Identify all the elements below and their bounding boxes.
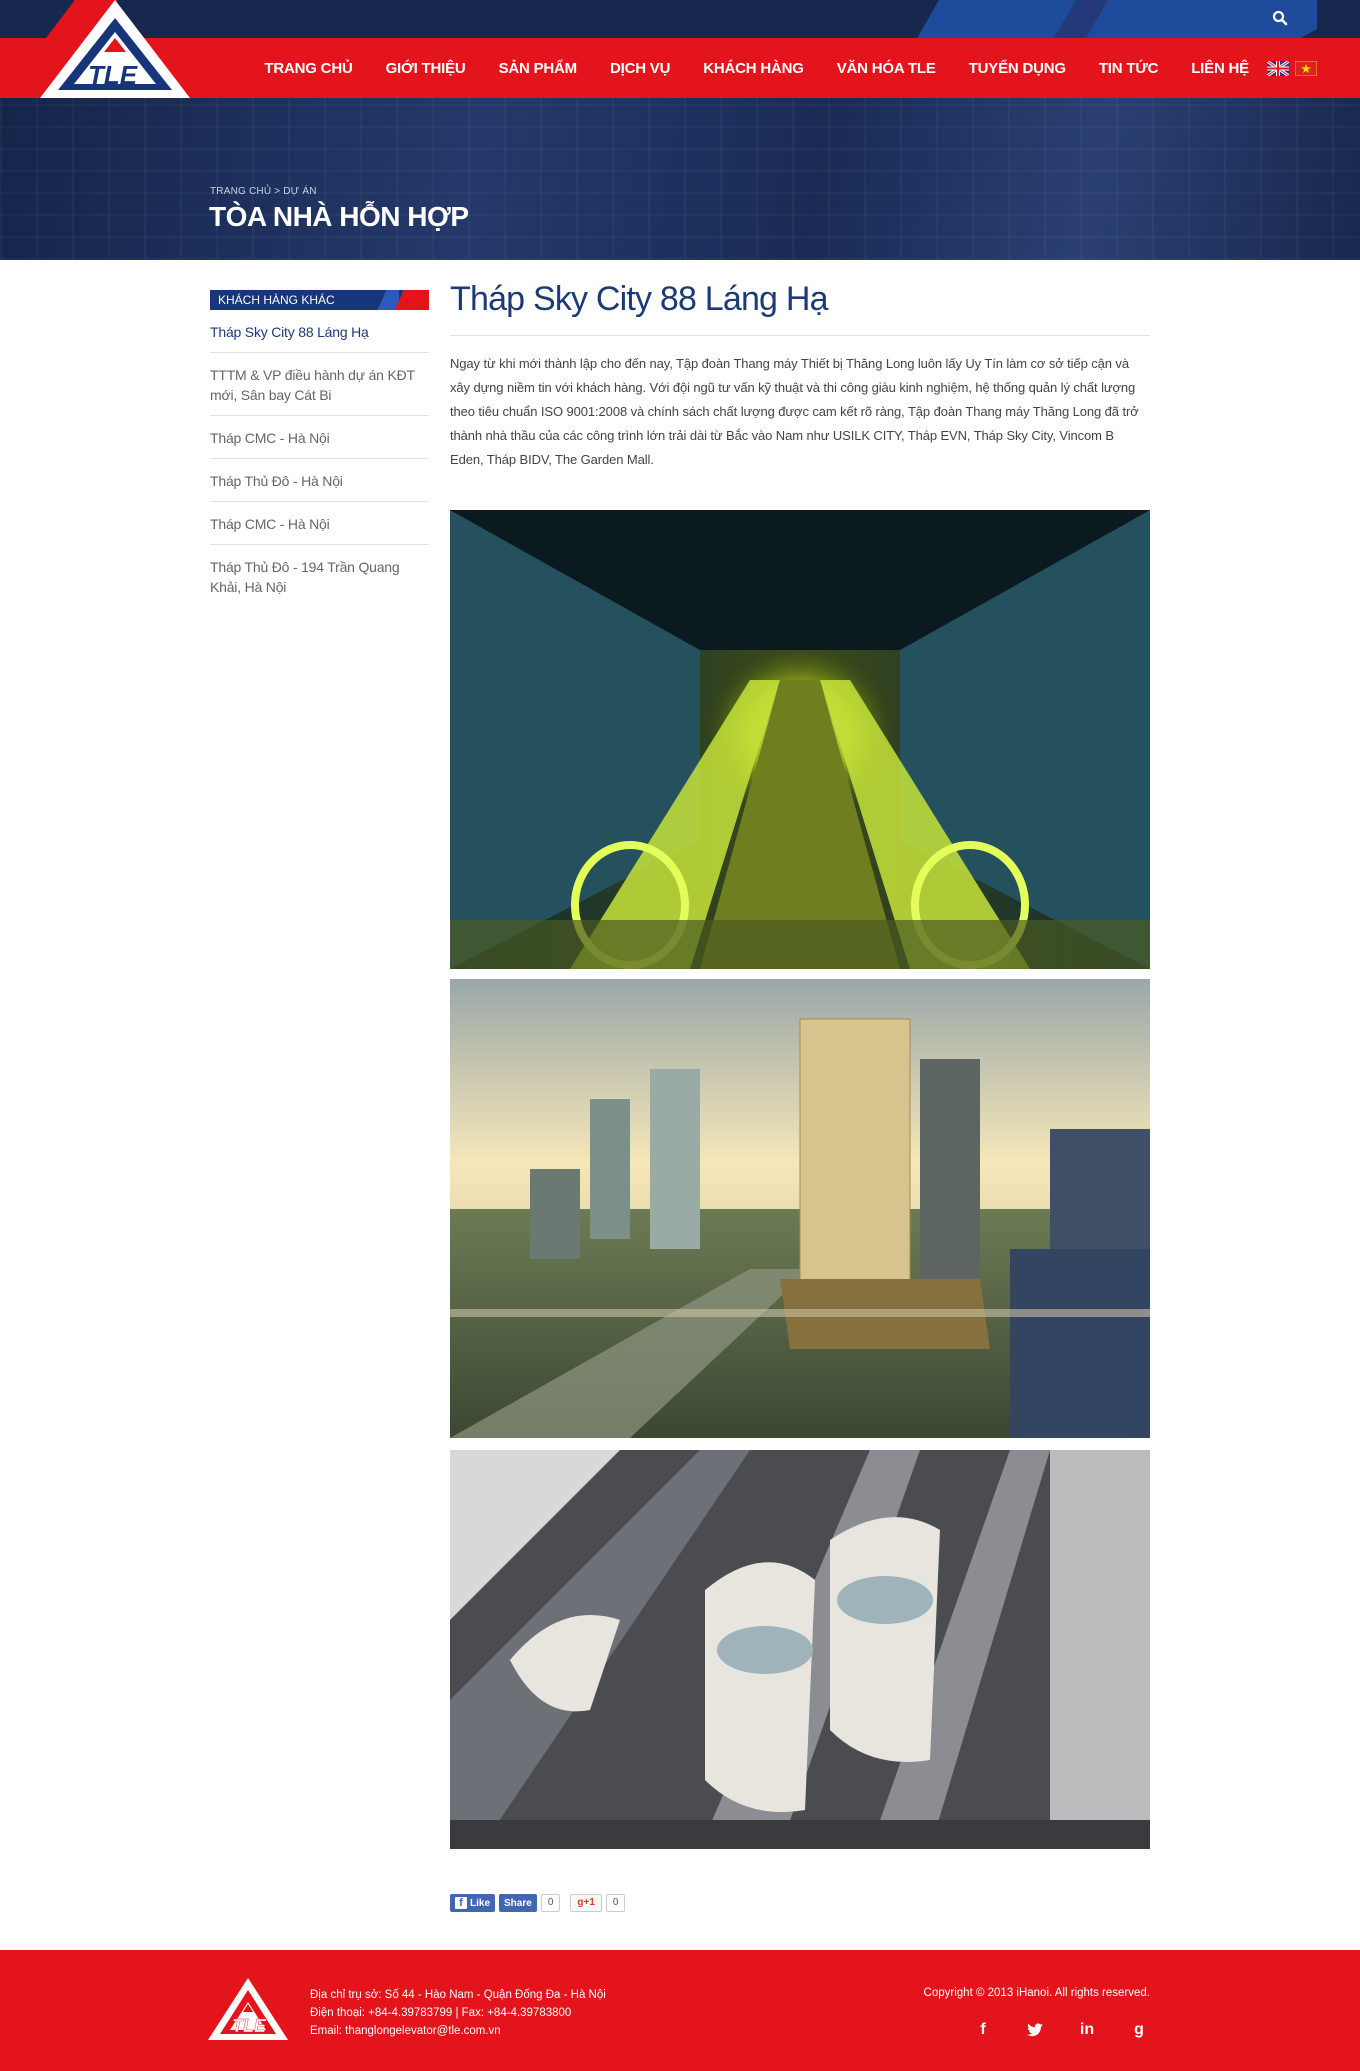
footer-address: Địa chỉ trụ sở: Số 44 - Hào Nam - Quận Đ… — [310, 1989, 606, 2001]
gplus-label: +1 — [583, 1897, 595, 1908]
nav-culture[interactable]: VĂN HÓA TLE — [837, 60, 936, 77]
sidebar-heading-label: KHÁCH HÀNG KHÁC — [218, 293, 335, 307]
copyright: Copyright © 2013 iHanoi. All rights rese… — [923, 1987, 1150, 1999]
sidebar-item[interactable]: Tháp Thủ Đô - 194 Trần Quang Khải, Hà Nộ… — [210, 545, 429, 607]
breadcrumb-separator: > — [274, 186, 281, 197]
nav-products[interactable]: SẢN PHẨM — [499, 60, 578, 77]
share-bar: f Like Share 0 g+1 0 — [450, 1894, 635, 1912]
twitter-icon[interactable] — [1026, 2021, 1044, 2039]
english-flag-icon[interactable] — [1267, 60, 1289, 76]
top-bar-stripe — [915, 0, 1295, 38]
tower-render-photo — [450, 979, 1150, 1438]
logo-text: TLE — [88, 60, 138, 90]
facebook-count: 0 — [540, 1894, 561, 1912]
nav-careers[interactable]: TUYỂN DỤNG — [969, 60, 1066, 77]
language-switcher — [1267, 60, 1323, 76]
facebook-share-button[interactable]: Share — [499, 1894, 537, 1912]
hero-background — [0, 98, 1360, 260]
footer-logo[interactable]: TLE — [208, 1976, 304, 2046]
main-nav: TRANG CHỦ GIỚI THIỆU SẢN PHẨM DỊCH VỤ KH… — [264, 38, 1360, 98]
like-label: Like — [470, 1897, 491, 1909]
facebook-icon: f — [455, 1897, 467, 1909]
article-title: Tháp Sky City 88 Láng Hạ — [450, 280, 1150, 336]
nav-contact[interactable]: LIÊN HỆ — [1191, 60, 1249, 77]
google-plus-count: 0 — [605, 1894, 626, 1912]
footer-email[interactable]: Email: thanglongelevator@tle.com.vn — [310, 2022, 606, 2040]
sidebar-item[interactable]: Tháp CMC - Hà Nội — [210, 416, 429, 459]
sidebar-heading: KHÁCH HÀNG KHÁC — [210, 290, 429, 310]
article: Tháp Sky City 88 Láng Hạ Ngay từ khi mới… — [450, 280, 1150, 1849]
page-hero — [0, 98, 1360, 260]
footer-logo-text: TLE — [232, 2016, 267, 2036]
google-plus-button[interactable]: g+1 — [570, 1894, 602, 1912]
breadcrumb: TRANG CHỦ > DỰ ÁN — [210, 186, 317, 197]
social-links: f in g — [940, 2021, 1148, 2039]
nav-home[interactable]: TRANG CHỦ — [264, 60, 352, 77]
linkedin-icon[interactable]: in — [1078, 2021, 1096, 2039]
panoramic-elevator-photo — [450, 1450, 1150, 1849]
sidebar-item[interactable]: Tháp Sky City 88 Láng Hạ — [210, 310, 429, 353]
breadcrumb-home[interactable]: TRANG CHỦ — [210, 186, 271, 197]
vietnam-flag-icon[interactable] — [1295, 60, 1317, 76]
facebook-like-button[interactable]: f Like — [450, 1894, 496, 1912]
google-plus-icon[interactable]: g — [1130, 2021, 1148, 2039]
breadcrumb-current[interactable]: DỰ ÁN — [283, 186, 316, 197]
footer-contact: Địa chỉ trụ sở: Số 44 - Hào Nam - Quận Đ… — [310, 1986, 606, 2040]
sidebar-item[interactable]: TTTM & VP điều hành dự án KĐT mới, Sân b… — [210, 353, 429, 416]
page-title: TÒA NHÀ HỖN HỢP — [209, 201, 469, 232]
search-icon[interactable] — [1271, 9, 1289, 27]
facebook-icon[interactable]: f — [974, 2021, 992, 2039]
sidebar: KHÁCH HÀNG KHÁC Tháp Sky City 88 Láng Hạ… — [210, 290, 429, 607]
article-body: Ngay từ khi mới thành lập cho đến nay, T… — [450, 356, 1139, 467]
sidebar-list: Tháp Sky City 88 Láng Hạ TTTM & VP điều … — [210, 310, 429, 607]
nav-about[interactable]: GIỚI THIỆU — [386, 60, 466, 77]
footer: TLE Địa chỉ trụ sở: Số 44 - Hào Nam - Qu… — [0, 1950, 1360, 2071]
escalator-photo — [450, 510, 1150, 969]
nav-news[interactable]: TIN TỨC — [1099, 60, 1159, 77]
nav-services[interactable]: DỊCH VỤ — [610, 60, 670, 77]
logo[interactable]: TLE — [0, 0, 215, 98]
sidebar-item[interactable]: Tháp Thủ Đô - Hà Nội — [210, 459, 429, 502]
sidebar-item[interactable]: Tháp CMC - Hà Nội — [210, 502, 429, 545]
nav-customers[interactable]: KHÁCH HÀNG — [703, 60, 804, 77]
share-label: Share — [504, 1897, 532, 1909]
footer-phone: Điện thoại: +84-4.39783799 | Fax: +84-4.… — [310, 2007, 572, 2019]
